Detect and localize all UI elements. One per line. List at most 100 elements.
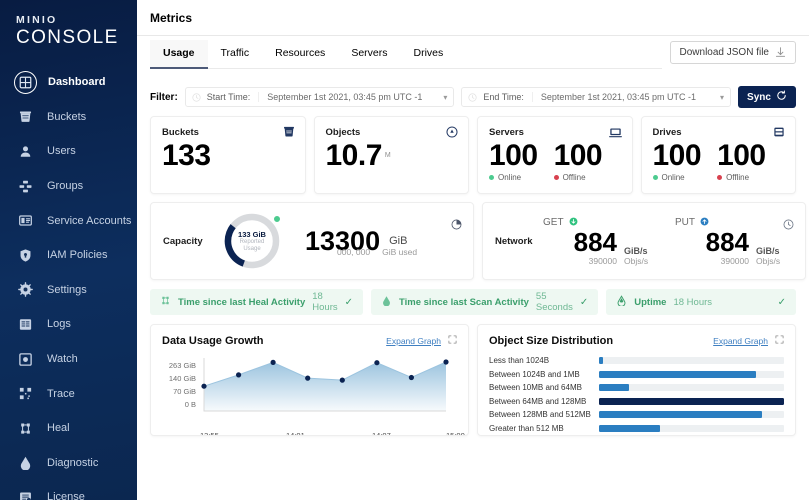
end-time-picker[interactable]: End Time: September 1st 2021, 03:45 pm U… (461, 87, 731, 107)
network-get-block: GET 884 GiB/s 390000 Objs/s (543, 217, 661, 266)
expand-icon[interactable] (775, 335, 784, 347)
sidebar-item-buckets[interactable]: Buckets (0, 100, 137, 135)
status-value: 18 Hours (673, 297, 712, 308)
distribution-bars: Less than 1024B Between 1024B and 1MB Be… (489, 354, 784, 435)
stat-cards-row: Buckets 133 Objects 10.7M Servers (150, 116, 796, 194)
drive-icon (773, 126, 785, 141)
x-tick: 14:01 (286, 431, 305, 436)
capacity-used-row: 000, 000 GiB used (337, 247, 417, 257)
chart-header: Data Usage Growth Expand Graph (162, 335, 457, 347)
tab-drives[interactable]: Drives (401, 40, 457, 69)
check-icon: ✓ (345, 297, 353, 308)
distribution-label: Between 1024B and 1MB (489, 370, 599, 379)
offline-label: Offline (563, 173, 586, 182)
capacity-donut-chart: 133 GiB Reported Usage (221, 210, 283, 272)
network-label: Network (495, 236, 543, 247)
capacity-units-block: GiB (389, 235, 407, 247)
sidebar-item-logs[interactable]: Logs (0, 307, 137, 342)
start-time-picker[interactable]: Start Time: September 1st 2021, 03:45 pm… (185, 87, 455, 107)
servers-offline-group: 100 Offline (554, 138, 603, 182)
end-time-label: End Time: (483, 92, 524, 102)
network-put-value-row: 884 GiB/s (675, 229, 793, 256)
download-json-button[interactable]: Download JSON file (670, 41, 796, 64)
sidebar-item-label: Groups (47, 180, 83, 192)
online-label: Online (498, 173, 521, 182)
sidebar-item-users[interactable]: Users (0, 134, 137, 169)
online-label: Online (662, 173, 685, 182)
distribution-label: Between 64MB and 128MB (489, 397, 599, 406)
stat-label: Buckets (162, 127, 294, 138)
sidebar-item-iam-policies[interactable]: IAM Policies (0, 238, 137, 273)
stat-card-drives: Drives 100 Online 100 (641, 116, 797, 194)
sync-button[interactable]: Sync (738, 86, 796, 108)
offline-label: Offline (726, 173, 749, 182)
sidebar-item-diagnostic[interactable]: Diagnostic (0, 446, 137, 481)
sync-label: Sync (747, 92, 771, 103)
server-icon (609, 126, 622, 142)
network-get-sub-row: 390000 Objs/s (543, 256, 661, 266)
shield-icon (14, 244, 36, 266)
check-icon: ✓ (778, 297, 786, 308)
drives-offline-label-row: Offline (717, 173, 766, 182)
distribution-row: Between 10MB and 64MB (489, 381, 784, 395)
clock-icon (783, 219, 794, 233)
sidebar-item-trace[interactable]: Trace (0, 376, 137, 411)
clock-icon (192, 93, 201, 102)
distribution-bar (599, 411, 762, 418)
chevron-down-icon[interactable]: ▾ (720, 93, 724, 102)
distribution-bar (599, 384, 629, 391)
dashboard-icon (14, 71, 37, 94)
distribution-label: Between 10MB and 64MB (489, 383, 599, 392)
sidebar: MINIO CONSOLE Dashboard Buckets Users Gr… (0, 0, 137, 500)
tab-servers[interactable]: Servers (338, 40, 400, 69)
tab-resources[interactable]: Resources (262, 40, 338, 69)
distribution-track (599, 357, 784, 364)
stat-value: 10.7M (326, 140, 458, 172)
expand-graph-group: Expand Graph (713, 335, 784, 347)
online-dot-icon (653, 175, 658, 180)
area-chart-svg (200, 355, 454, 421)
sidebar-item-groups[interactable]: Groups (0, 169, 137, 204)
charts-row: Data Usage Growth Expand Graph 263 GiB14… (150, 324, 796, 436)
sidebar-item-dashboard[interactable]: Dashboard (0, 65, 137, 100)
tab-usage[interactable]: Usage (150, 40, 208, 69)
chevron-down-icon[interactable]: ▾ (443, 93, 447, 102)
bucket-icon (14, 106, 36, 128)
distribution-row: Between 64MB and 128MB (489, 395, 784, 409)
expand-graph-link[interactable]: Expand Graph (386, 336, 441, 346)
distribution-track (599, 411, 784, 418)
donut-value: 133 GiB (238, 230, 266, 239)
stat-card-buckets: Buckets 133 (150, 116, 306, 194)
sidebar-item-license[interactable]: License (0, 480, 137, 500)
sidebar-item-service-accounts[interactable]: Service Accounts (0, 203, 137, 238)
start-time-label: Start Time: (207, 92, 251, 102)
network-card: Network GET 884 GiB/s 390000 Objs/ (482, 202, 806, 280)
brand-minio: MINIO (16, 14, 137, 26)
put-value: 884 (675, 229, 749, 256)
chart-header: Object Size Distribution Expand Graph (489, 335, 784, 347)
distribution-track (599, 384, 784, 391)
capacity-used-value: 000, 000 (337, 247, 370, 257)
expand-icon[interactable] (448, 335, 457, 347)
sidebar-item-label: Dashboard (48, 76, 105, 88)
filter-row: Filter: Start Time: September 1st 2021, … (150, 86, 796, 108)
brand-console: CONSOLE (16, 27, 137, 49)
sidebar-item-heal[interactable]: Heal (0, 411, 137, 446)
uptime-icon (616, 295, 627, 309)
sidebar-item-label: Trace (47, 388, 75, 400)
distribution-row: Between 1024B and 1MB (489, 368, 784, 382)
network-get-value-row: 884 GiB/s (543, 229, 661, 256)
stat-label: Servers (489, 127, 621, 138)
tab-traffic[interactable]: Traffic (208, 40, 263, 69)
filter-label: Filter: (150, 92, 178, 103)
expand-graph-link[interactable]: Expand Graph (713, 336, 768, 346)
sidebar-item-label: Users (47, 145, 76, 157)
chart-title: Object Size Distribution (489, 335, 613, 347)
distribution-row: Greater than 512 MB (489, 422, 784, 436)
sidebar-item-watch[interactable]: Watch (0, 342, 137, 377)
drives-offline-value: 100 (717, 140, 766, 172)
heal-icon (160, 295, 171, 309)
sidebar-item-settings[interactable]: Settings (0, 273, 137, 308)
trace-icon (14, 383, 36, 405)
status-strips-row: Time since last Heal Activity 18 Hours ✓… (150, 289, 796, 315)
